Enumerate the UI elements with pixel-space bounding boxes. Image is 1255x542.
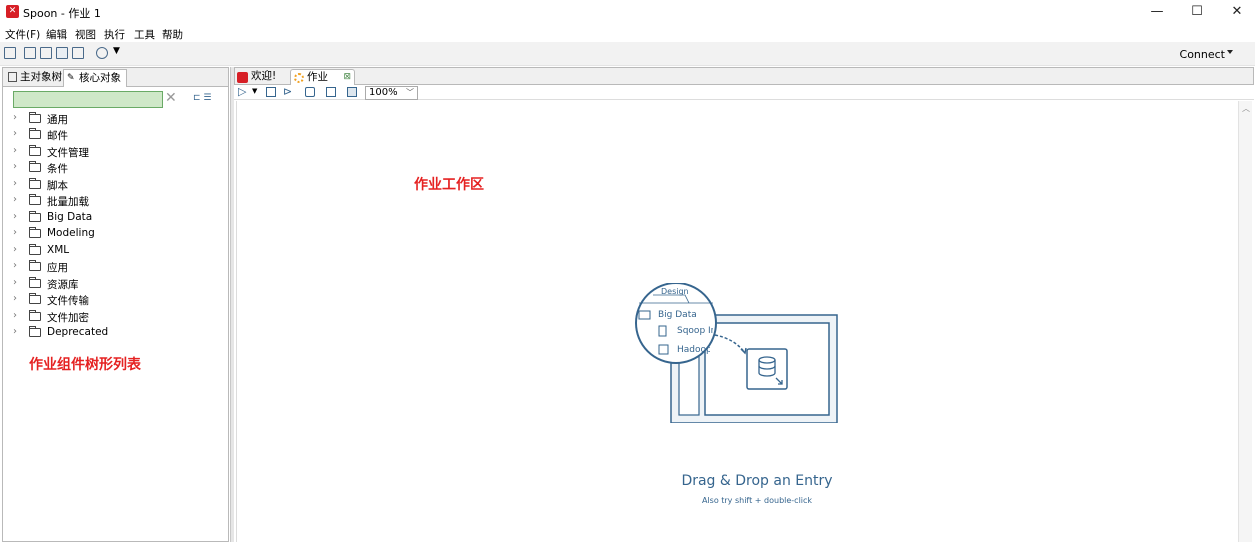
search-input[interactable] xyxy=(13,91,163,108)
folder-icon xyxy=(29,260,41,271)
perspective-icon[interactable] xyxy=(96,47,108,59)
drag-drop-illustration xyxy=(635,283,838,423)
chevron-down-icon[interactable]: ﹀ xyxy=(406,87,414,99)
connect-button[interactable]: Connect xyxy=(1180,48,1225,61)
right-panel: 欢迎! 作业 1 ⊠ ▷ ▼ ⊳ 100% ﹀ 作业工作区 xyxy=(234,67,1254,542)
folder-icon xyxy=(29,310,41,321)
scroll-up-icon[interactable]: ︿ xyxy=(1242,103,1250,114)
chevron-right-icon[interactable]: › xyxy=(13,310,17,321)
title-bar: ✕ Spoon - 作业 1 — ☐ ✕ xyxy=(0,0,1255,24)
tab-welcome-label: 欢迎! xyxy=(251,70,277,82)
chevron-right-icon[interactable]: › xyxy=(13,277,17,288)
tab-main-tree-label: 主对象树 xyxy=(20,71,62,83)
folder-icon xyxy=(29,194,41,205)
folder-icon xyxy=(29,211,41,222)
menu-tools[interactable]: 工具 xyxy=(134,27,155,42)
minimize-button[interactable]: — xyxy=(1142,3,1172,21)
new-file-icon[interactable] xyxy=(4,47,16,59)
chevron-right-icon[interactable]: › xyxy=(13,293,17,304)
chevron-right-icon[interactable]: › xyxy=(13,244,17,255)
menu-edit[interactable]: 编辑 xyxy=(46,27,67,42)
stop-icon[interactable] xyxy=(266,87,276,97)
impact-icon[interactable] xyxy=(326,87,336,97)
illustration-tab-label: Design xyxy=(661,287,689,296)
close-tab-icon[interactable]: ⊠ xyxy=(343,70,351,85)
folder-icon xyxy=(29,277,41,288)
chevron-right-icon[interactable]: › xyxy=(13,194,17,205)
tree-tools-icon[interactable]: ⊏ ☰ xyxy=(193,93,211,103)
zoom-value: 100% xyxy=(369,87,398,98)
folder-icon xyxy=(29,145,41,156)
chevron-right-icon[interactable]: › xyxy=(13,211,17,222)
main-toolbar: ▼ Connect xyxy=(0,42,1255,66)
connect-chevron-icon[interactable] xyxy=(1227,50,1233,54)
illustration-folder-label: Big Data xyxy=(658,310,697,320)
job-toolbar: ▷ ▼ ⊳ 100% ﹀ xyxy=(234,85,1254,100)
folder-icon xyxy=(29,293,41,304)
tab-core-objects[interactable]: ✎ 核心对象 xyxy=(63,69,127,87)
window-title: Spoon - 作业 1 xyxy=(23,7,101,20)
menu-bar: 文件(F) 编辑 视图 执行 工具 帮助 xyxy=(0,25,1255,41)
left-panel: 主对象树 ✎ 核心对象 ✕ ⊏ ☰ › 通用 › 邮件 › 文件管理 › 条件 › 脚本 … xyxy=(2,67,229,542)
chevron-down-icon[interactable]: ▼ xyxy=(113,46,120,56)
folder-icon xyxy=(29,227,41,238)
folder-icon xyxy=(29,161,41,172)
sql-icon[interactable] xyxy=(347,87,357,97)
explore-icon[interactable] xyxy=(40,47,52,59)
folder-icon xyxy=(29,112,41,123)
tab-job-1[interactable]: 作业 1 ⊠ xyxy=(290,69,355,98)
folder-icon xyxy=(29,128,41,139)
editor-tabs: 欢迎! 作业 1 ⊠ xyxy=(234,67,1254,98)
spoon-icon xyxy=(237,72,248,83)
clear-search-icon[interactable]: ✕ xyxy=(165,90,177,106)
vertical-scrollbar[interactable]: ︿ xyxy=(1238,101,1252,542)
chevron-right-icon[interactable]: › xyxy=(13,326,17,337)
menu-file[interactable]: 文件(F) xyxy=(5,27,40,42)
close-button[interactable]: ✕ xyxy=(1222,3,1252,21)
save-as-icon[interactable] xyxy=(72,47,84,59)
menu-help[interactable]: 帮助 xyxy=(162,27,183,42)
zoom-select[interactable]: 100% ﹀ xyxy=(365,86,418,100)
folder-icon xyxy=(29,244,41,255)
verify-icon[interactable] xyxy=(305,87,315,97)
chevron-right-icon[interactable]: › xyxy=(13,145,17,156)
chevron-right-icon[interactable]: › xyxy=(13,128,17,139)
run-icon[interactable]: ▷ xyxy=(238,85,246,98)
job-icon xyxy=(294,73,304,83)
tab-welcome[interactable]: 欢迎! xyxy=(235,69,290,86)
tree-annotation: 作业组件树形列表 xyxy=(29,357,141,373)
maximize-button[interactable]: ☐ xyxy=(1182,3,1212,21)
menu-view[interactable]: 视图 xyxy=(75,27,96,42)
tab-main-tree[interactable]: 主对象树 xyxy=(5,69,63,87)
chevron-right-icon[interactable]: › xyxy=(13,112,17,123)
chevron-right-icon[interactable]: › xyxy=(13,161,17,172)
drag-drop-title: Drag & Drop an Entry xyxy=(681,473,833,489)
spoon-app-icon: ✕ xyxy=(6,5,19,18)
document-icon xyxy=(8,72,17,82)
menu-run[interactable]: 执行 xyxy=(104,27,125,42)
chevron-right-icon[interactable]: › xyxy=(13,227,17,238)
canvas-annotation: 作业工作区 xyxy=(414,177,484,193)
job-canvas[interactable]: 作业工作区 Design Big Data Sqoop In Hadoop Dr… xyxy=(236,101,1236,542)
folder-icon xyxy=(29,178,41,189)
illustration-item-sqoop: Sqoop In xyxy=(677,326,713,336)
run-options-icon[interactable]: ▼ xyxy=(252,87,257,95)
illustration-item-hadoop: Hadoop xyxy=(677,345,710,355)
open-icon[interactable] xyxy=(24,47,36,59)
chevron-right-icon[interactable]: › xyxy=(13,260,17,271)
replay-icon[interactable]: ⊳ xyxy=(283,85,292,98)
save-icon[interactable] xyxy=(56,47,68,59)
pencil-icon: ✎ xyxy=(67,73,75,83)
chevron-right-icon[interactable]: › xyxy=(13,178,17,189)
tab-core-objects-label: 核心对象 xyxy=(79,72,121,84)
left-panel-tabs: 主对象树 ✎ 核心对象 xyxy=(3,68,228,87)
drag-drop-subtitle: Also try shift + double-click xyxy=(701,496,813,505)
folder-icon xyxy=(29,326,41,337)
